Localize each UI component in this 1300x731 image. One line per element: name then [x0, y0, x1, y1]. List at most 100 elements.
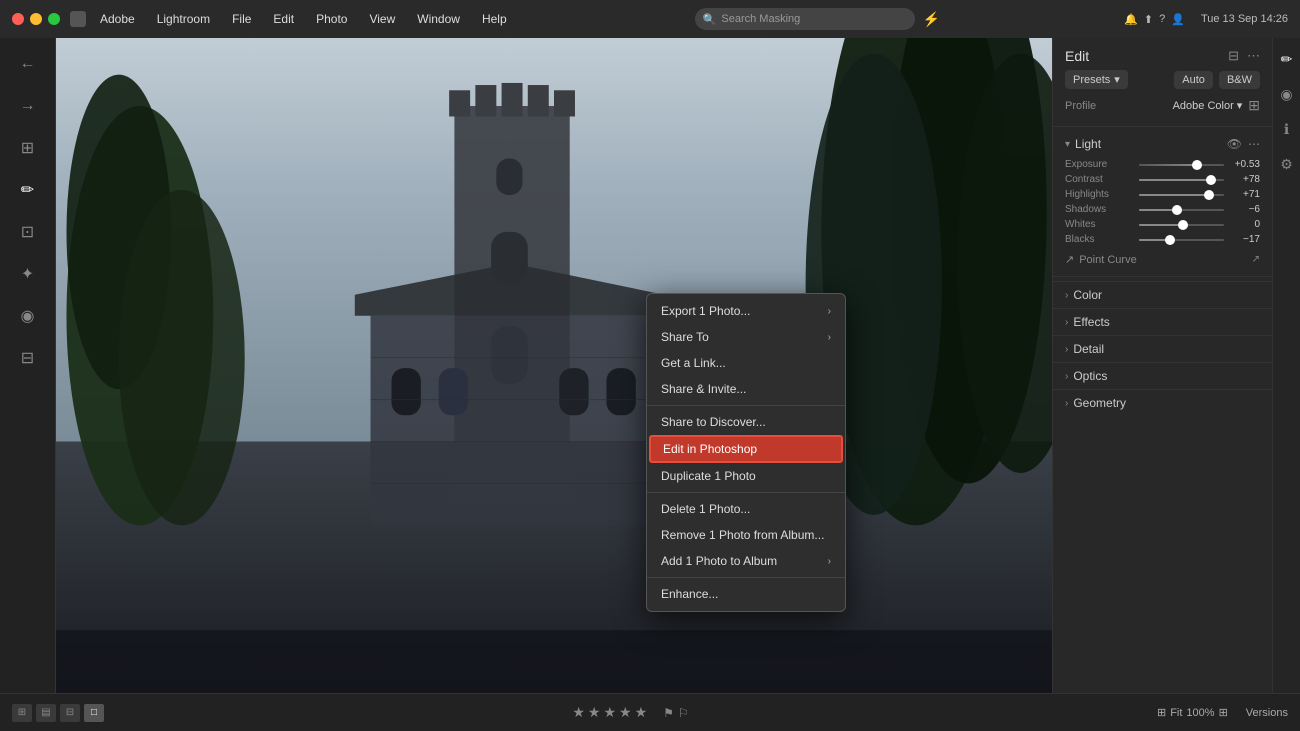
ctx-delete[interactable]: Delete 1 Photo...: [647, 496, 845, 522]
light-options-icon[interactable]: ⋯: [1248, 137, 1260, 151]
exposure-label: Exposure: [1065, 159, 1133, 170]
whites-value: 0: [1230, 219, 1260, 230]
sidebar-edit-icon[interactable]: ✏: [10, 172, 46, 208]
unflag-icon[interactable]: ⚐: [678, 706, 689, 720]
menu-edit[interactable]: Edit: [269, 10, 298, 28]
fit-icon[interactable]: ⊞: [1157, 706, 1166, 719]
sidebar-forward-icon[interactable]: →: [10, 88, 46, 124]
ctx-enhance[interactable]: Enhance...: [647, 581, 845, 607]
panel-options-icon[interactable]: ⋯: [1247, 48, 1260, 64]
blacks-thumb[interactable]: [1165, 235, 1175, 245]
menu-adobe[interactable]: Adobe: [96, 10, 139, 28]
geometry-section-header[interactable]: › Geometry: [1053, 390, 1272, 416]
star-2[interactable]: ★: [588, 704, 601, 721]
panel-tool-icons: ✏ ◉ ℹ ⚙: [1272, 38, 1300, 693]
menu-help[interactable]: Help: [478, 10, 511, 28]
ctx-duplicate[interactable]: Duplicate 1 Photo: [647, 463, 845, 489]
menu-file[interactable]: File: [228, 10, 255, 28]
optics-section-left: › Optics: [1065, 369, 1107, 383]
compare-icon[interactable]: ⊟: [60, 704, 80, 722]
grid-view-icon[interactable]: ⊞: [12, 704, 32, 722]
versions-label[interactable]: Versions: [1246, 707, 1288, 719]
sidebar-back-icon[interactable]: ←: [10, 46, 46, 82]
geometry-section: › Geometry: [1053, 389, 1272, 416]
account-icon[interactable]: 👤: [1171, 13, 1185, 26]
sidebar-mask-icon[interactable]: ◉: [10, 298, 46, 334]
fullscreen-button[interactable]: [48, 13, 60, 25]
masking-tool-icon[interactable]: ◉: [1277, 83, 1295, 106]
zoom-icon[interactable]: ⊞: [1219, 706, 1228, 719]
filter-icon[interactable]: ⚡: [923, 11, 940, 28]
ctx-share-discover[interactable]: Share to Discover...: [647, 409, 845, 435]
geometry-section-name: Geometry: [1073, 396, 1126, 410]
shadows-thumb[interactable]: [1172, 205, 1182, 215]
profile-grid-icon[interactable]: ⊞: [1248, 97, 1260, 114]
main-layout: ← → ⊞ ✏ ⊡ ✦ ◉ ⊟: [0, 38, 1300, 693]
effects-section-header[interactable]: › Effects: [1053, 309, 1272, 335]
sidebar-grid-icon[interactable]: ⊞: [10, 130, 46, 166]
whites-thumb[interactable]: [1178, 220, 1188, 230]
menu-photo[interactable]: Photo: [312, 10, 351, 28]
photo-image: [56, 38, 1052, 693]
menu-window[interactable]: Window: [413, 10, 464, 28]
shadows-track[interactable]: [1139, 209, 1224, 211]
star-3[interactable]: ★: [603, 704, 616, 721]
exposure-value: +0.53: [1230, 159, 1260, 170]
exposure-track[interactable]: [1139, 164, 1224, 166]
sidebar-crop-icon[interactable]: ⊡: [10, 214, 46, 250]
view-icons: ⊞ ▤ ⊟ □: [12, 704, 104, 722]
profile-right: Adobe Color ▾ ⊞: [1173, 97, 1260, 114]
whites-track[interactable]: [1139, 224, 1224, 226]
color-section-name: Color: [1073, 288, 1102, 302]
presets-button[interactable]: Presets ▾: [1065, 70, 1128, 89]
minimize-button[interactable]: [30, 13, 42, 25]
menu-lightroom[interactable]: Lightroom: [153, 10, 214, 28]
star-4[interactable]: ★: [619, 704, 632, 721]
star-rating[interactable]: ★ ★ ★ ★ ★: [572, 704, 647, 721]
filmstrip-icon[interactable]: ▤: [36, 704, 56, 722]
menu-view[interactable]: View: [365, 10, 399, 28]
color-section: › Color: [1053, 281, 1272, 308]
highlights-track[interactable]: [1139, 194, 1224, 196]
ctx-remove-album[interactable]: Remove 1 Photo from Album...: [647, 522, 845, 548]
highlights-thumb[interactable]: [1204, 190, 1214, 200]
detail-section-header[interactable]: › Detail: [1053, 336, 1272, 362]
contrast-track[interactable]: [1139, 179, 1224, 181]
blacks-track[interactable]: [1139, 239, 1224, 241]
star-5[interactable]: ★: [635, 704, 648, 721]
bw-button[interactable]: B&W: [1219, 71, 1260, 89]
ctx-add-album[interactable]: Add 1 Photo to Album ›: [647, 548, 845, 574]
point-curve-row[interactable]: ↗ Point Curve ↗: [1053, 247, 1272, 272]
info-tool-icon[interactable]: ℹ: [1281, 118, 1292, 141]
sidebar-healing-icon[interactable]: ✦: [10, 256, 46, 292]
ctx-export[interactable]: Export 1 Photo... ›: [647, 298, 845, 324]
panel-sliders-icon[interactable]: ⊟: [1228, 48, 1239, 64]
contrast-thumb[interactable]: [1206, 175, 1216, 185]
notification-icon[interactable]: 🔔: [1124, 13, 1138, 26]
star-1[interactable]: ★: [572, 704, 585, 721]
light-eye-icon[interactable]: 👁: [1227, 137, 1242, 151]
color-section-header[interactable]: › Color: [1053, 282, 1272, 308]
auto-button[interactable]: Auto: [1174, 71, 1213, 89]
settings-tool-icon[interactable]: ⚙: [1277, 153, 1296, 176]
edit-tool-icon[interactable]: ✏: [1278, 48, 1296, 71]
ctx-separator-2: [647, 492, 845, 493]
light-section-header[interactable]: ▾ Light 👁 ⋯: [1053, 131, 1272, 157]
upload-icon[interactable]: ⬆: [1144, 13, 1153, 26]
help-icon[interactable]: ?: [1159, 13, 1165, 26]
close-button[interactable]: [12, 13, 24, 25]
flag-icon[interactable]: ⚑: [663, 706, 674, 720]
search-masking-bar[interactable]: 🔍 Search Masking: [695, 8, 915, 30]
system-icons: 🔔 ⬆ ? 👤: [1124, 13, 1185, 26]
optics-section-header[interactable]: › Optics: [1053, 363, 1272, 389]
sidebar-compare-icon[interactable]: ⊟: [10, 340, 46, 376]
profile-value[interactable]: Adobe Color ▾: [1173, 99, 1243, 112]
loupe-icon[interactable]: □: [84, 704, 104, 722]
exposure-row: Exposure +0.53: [1053, 157, 1272, 172]
datetime: Tue 13 Sep 14:26: [1201, 13, 1288, 25]
ctx-edit-photoshop[interactable]: Edit in Photoshop: [649, 435, 843, 463]
ctx-get-link[interactable]: Get a Link...: [647, 350, 845, 376]
exposure-thumb[interactable]: [1192, 160, 1202, 170]
ctx-share-invite[interactable]: Share & Invite...: [647, 376, 845, 402]
ctx-share-to[interactable]: Share To ›: [647, 324, 845, 350]
